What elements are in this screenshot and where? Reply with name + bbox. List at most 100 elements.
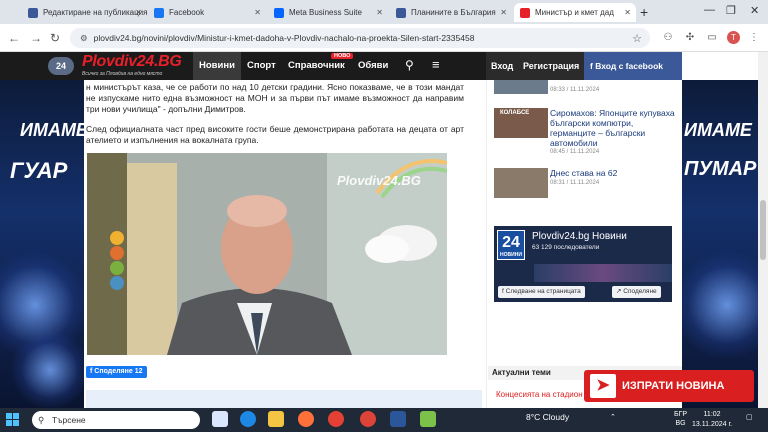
extensions-puzzle-icon[interactable]: ✣ <box>684 32 696 44</box>
reload-icon[interactable]: ↻ <box>50 31 60 45</box>
sidebar-news-item[interactable]: КОЛАБСЕ Сиромахов: Японците купуваха бъл… <box>494 108 676 158</box>
topic-link[interactable]: Концесията на стадион <box>496 390 583 399</box>
facebook-page-avatar: 24 НОВИНИ <box>497 230 525 260</box>
chrome-icon[interactable] <box>328 411 344 427</box>
new-tab-button[interactable]: + <box>640 4 648 20</box>
right-side-ad[interactable]: ИМАМЕ ПУМАР <box>682 80 758 408</box>
firefox-icon[interactable] <box>298 411 314 427</box>
facebook-icon <box>154 7 164 18</box>
url-text: plovdiv24.bg/novini/plovdiv/Ministur-i-k… <box>93 33 475 43</box>
close-icon[interactable]: ✕ <box>254 8 261 17</box>
follow-page-button[interactable]: f Следване на страницата <box>498 286 585 298</box>
search-icon[interactable]: ⚲ <box>405 58 414 72</box>
article-video[interactable]: Plovdiv24.BG <box>87 153 447 355</box>
word-icon[interactable] <box>390 411 406 427</box>
weather-widget[interactable]: 8°C Cloudy <box>526 412 569 422</box>
sidebar-news-item[interactable]: 08:33 / 11.11.2024 <box>494 80 676 100</box>
maximize-icon[interactable]: ❐ <box>726 4 736 17</box>
logo-tagline: Всичко за Пловдив на едно място <box>82 71 163 77</box>
share-page-button[interactable]: ↗ Споделяне <box>612 286 661 298</box>
news-meta: 08:31 / 11.11.2024 <box>550 180 600 186</box>
clock-date: 13.11.2024 г. <box>692 421 733 428</box>
left-side-ad[interactable]: ИМАМЕ ГУАР <box>0 80 84 408</box>
ad-text-line2: ГУАР <box>10 158 68 183</box>
ad-text-line1: ИМАМЕ <box>20 120 84 140</box>
send-news-button[interactable]: ➤ ИЗПРАТИ НОВИНА <box>584 370 754 402</box>
search-icon: ⚲ <box>38 415 45 425</box>
sidebar-icon[interactable]: ▭ <box>706 32 718 44</box>
site-info-icon[interactable]: ⚙ <box>80 33 88 44</box>
news-meta: 08:33 / 11.11.2024 <box>550 87 600 93</box>
windows-start-icon[interactable] <box>6 413 20 427</box>
logo-text: Plovdiv24.BG <box>82 53 182 70</box>
language-sub: BG <box>675 420 686 427</box>
file-explorer-icon[interactable] <box>268 411 284 427</box>
ad-text-line1: ИМАМЕ <box>684 120 752 140</box>
close-icon[interactable]: ✕ <box>376 8 383 17</box>
article-paragraph: н министърът каза, че се работи по над 1… <box>86 82 464 114</box>
nav-item-news[interactable]: Новини <box>193 52 241 80</box>
facebook-share-button[interactable]: f Споделяне 12 <box>86 366 147 378</box>
share-label: Споделяне <box>623 288 657 295</box>
address-bar[interactable]: ⚙ plovdiv24.bg/novini/plovdiv/Ministur-i… <box>70 28 650 48</box>
bookmark-star-icon[interactable]: ☆ <box>632 32 642 45</box>
avatar-number: 24 <box>502 234 520 251</box>
notification-icon[interactable]: ▢ <box>746 413 753 421</box>
news-thumbnail <box>494 80 548 94</box>
nav-item-ads[interactable]: Обяви <box>358 52 388 80</box>
thumbnail-label: КОЛАБСЕ <box>500 110 530 116</box>
news-title[interactable]: Сиромахов: Японците купуваха български к… <box>550 108 678 148</box>
facebook-page-name[interactable]: Plovdiv24.bg Новини <box>532 231 627 242</box>
news-meta: 08:45 / 11.11.2024 <box>550 149 600 155</box>
site-logo[interactable]: Plovdiv24.BG Всичко за Пловдив на едно м… <box>82 53 188 79</box>
forward-icon[interactable]: → <box>30 31 42 45</box>
tab-favicon-icon <box>396 7 406 18</box>
close-icon[interactable]: ✕ <box>135 8 142 17</box>
sidebar-news-item[interactable]: Днес става на 62 08:31 / 11.11.2024 <box>494 168 676 198</box>
tab-active-article[interactable]: Министър и кмет дад ✕ <box>514 3 636 22</box>
tab-facebook[interactable]: Facebook ✕ <box>148 3 266 22</box>
facebook-followers: 63 129 последователи <box>532 244 600 251</box>
hamburger-menu-icon[interactable]: ≡ <box>432 57 440 72</box>
login-link[interactable]: Вход <box>491 52 513 80</box>
nav-item-sport[interactable]: Спорт <box>247 52 276 80</box>
facebook-cover-image <box>534 264 672 282</box>
share-label: Споделяне <box>94 368 133 375</box>
register-link[interactable]: Регистрация <box>523 52 579 80</box>
news-title[interactable]: Днес става на 62 <box>550 168 678 178</box>
clock-time: 11:02 <box>703 411 721 418</box>
scrollbar-thumb[interactable] <box>760 200 766 260</box>
article-paragraph: След официалната част пред високите гост… <box>86 124 464 145</box>
extension-icon[interactable]: ⚇ <box>662 32 674 44</box>
more-menu-icon[interactable]: ⋮ <box>748 32 760 44</box>
tab-label: Facebook <box>169 8 205 17</box>
taskbar-clock[interactable]: 11:02 13.11.2024 г. <box>692 410 732 430</box>
close-icon[interactable]: ✕ <box>500 8 507 17</box>
app-icon[interactable] <box>420 411 436 427</box>
language-code: БГР <box>674 411 688 418</box>
edge-icon[interactable] <box>240 411 256 427</box>
tab-mountains[interactable]: Планините в България ✕ <box>390 3 512 22</box>
minimize-icon[interactable]: — <box>704 4 715 16</box>
share-count: 12 <box>134 368 143 375</box>
chrome-icon[interactable] <box>360 411 376 427</box>
tab-edit-post[interactable]: Редактиране на публикация ✕ <box>22 3 147 22</box>
tab-meta-business[interactable]: Meta Business Suite ✕ <box>268 3 388 22</box>
ad-glow <box>10 330 84 408</box>
profile-avatar[interactable]: T <box>727 31 740 44</box>
new-badge: НОВО <box>331 53 354 59</box>
facebook-page-widget[interactable]: 24 НОВИНИ Plovdiv24.bg Новини 63 129 пос… <box>494 226 672 302</box>
facebook-login-button[interactable]: f Вход с facebook <box>584 52 682 80</box>
taskbar-search[interactable]: ⚲ Търсене <box>32 411 200 429</box>
site-24-badge[interactable]: 24 <box>48 57 74 75</box>
close-window-icon[interactable]: ✕ <box>750 4 759 17</box>
tab-label: Министър и кмет дад <box>535 8 614 17</box>
back-icon[interactable]: ← <box>8 31 20 45</box>
language-indicator[interactable]: БГР BG <box>674 410 687 428</box>
task-view-icon[interactable] <box>212 411 228 427</box>
tab-label: Планините в България <box>411 8 496 17</box>
plovdiv24-favicon-icon <box>520 7 530 18</box>
close-icon[interactable]: ✕ <box>624 8 631 17</box>
search-placeholder: Търсене <box>52 415 86 425</box>
tray-chevron-icon[interactable]: ⌃ <box>610 413 616 421</box>
